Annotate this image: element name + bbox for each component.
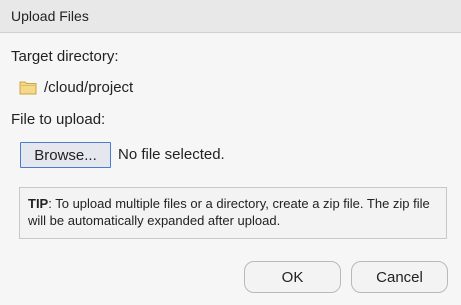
folder-icon [19, 81, 37, 95]
file-to-upload-label: File to upload: [11, 111, 106, 128]
dialog-titlebar: Upload Files [0, 0, 461, 33]
dialog-title: Upload Files [11, 8, 89, 24]
tip-text: : To upload multiple files or a director… [28, 196, 430, 228]
upload-files-dialog: Upload Files Target directory: /cloud/pr… [0, 0, 461, 305]
target-directory-label: Target directory: [11, 48, 119, 65]
ok-button[interactable]: OK [244, 261, 341, 293]
dialog-body: Target directory: /cloud/project File to… [0, 34, 461, 305]
target-directory-path: /cloud/project [44, 79, 134, 96]
tip-prefix: TIP [28, 196, 49, 211]
file-selection-status: No file selected. [118, 146, 225, 163]
browse-button[interactable]: Browse... [20, 142, 111, 168]
cancel-button[interactable]: Cancel [351, 261, 448, 293]
tip-box: TIP: To upload multiple files or a direc… [19, 187, 447, 239]
